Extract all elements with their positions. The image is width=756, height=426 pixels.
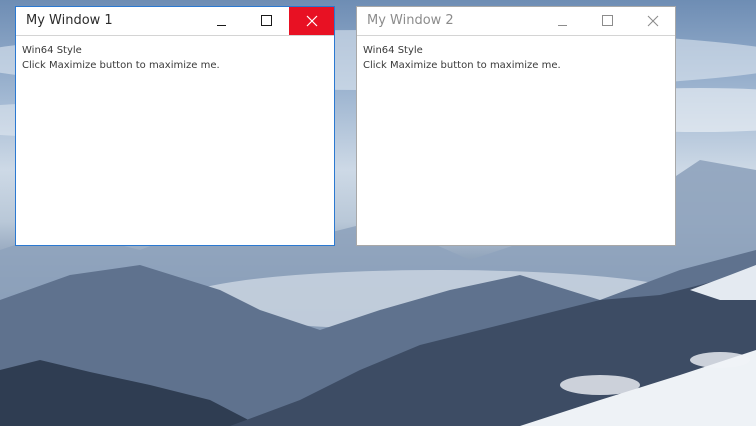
window-2-style-label: Win64 Style [363,45,423,56]
window-2-minimize-button[interactable] [540,7,585,35]
window-1-close-button[interactable] [289,7,334,35]
window-2-maximize-button[interactable] [585,7,630,35]
window-1-maximize-button[interactable] [244,7,289,35]
window-1-content: Win64 Style Click Maximize button to max… [22,43,328,73]
maximize-icon [602,15,613,26]
close-icon [647,15,659,27]
window-1-hint-text: Click Maximize button to maximize me. [22,60,220,71]
window-1-title: My Window 1 [26,13,113,28]
close-icon [306,15,318,27]
window-2-hint-text: Click Maximize button to maximize me. [363,60,561,71]
maximize-icon [261,15,272,26]
window-1[interactable]: My Window 1 Win64 Style Click Maximize b… [15,6,335,246]
window-2-content: Win64 Style Click Maximize button to max… [363,43,669,73]
window-1-style-label: Win64 Style [22,45,82,56]
minimize-icon [217,25,226,26]
window-2-titlebar[interactable]: My Window 2 [357,7,675,36]
window-2[interactable]: My Window 2 Win64 Style Click Maximize b… [356,6,676,246]
window-2-title: My Window 2 [367,13,454,28]
window-2-close-button[interactable] [630,7,675,35]
window-1-minimize-button[interactable] [199,7,244,35]
minimize-icon [558,25,567,26]
window-1-titlebar[interactable]: My Window 1 [16,7,334,36]
